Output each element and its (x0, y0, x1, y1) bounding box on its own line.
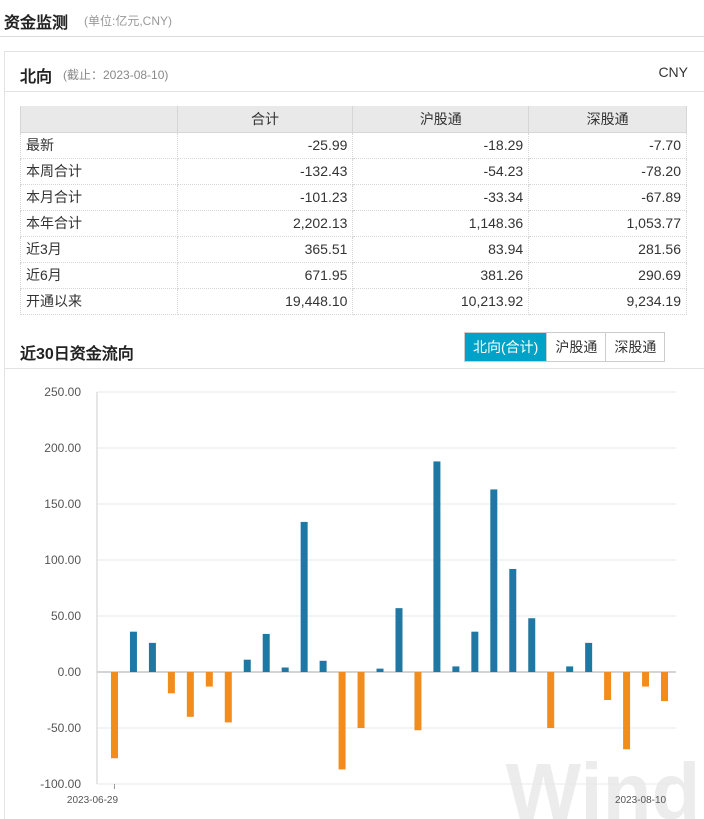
bar[interactable] (661, 672, 669, 702)
table-row: 本周合计 -132.43 -54.23 -78.20 (20, 157, 687, 185)
cell-total-year-total: 2,202.13 (176, 209, 354, 237)
unit-note: (单位:亿元,CNY) (84, 14, 172, 28)
cell-sh-last-6m: 381.26 (352, 261, 530, 289)
flow-bar-chart: Wind 250.00 200.00 150.00 100.00 50.00 0.00 -50… (40, 385, 701, 819)
northbound-panel: 北向 (截止：2023-08-10) CNY 合计 沪股通 深股通 最新 -25.… (4, 51, 704, 819)
row-label-since-launch: 开通以来 (20, 287, 178, 315)
cell-sz-last-3m: 281.56 (528, 235, 687, 263)
cell-sz-year-total: 1,053.77 (528, 209, 687, 237)
row-label-latest: 最新 (20, 131, 178, 159)
row-label-last-6m: 近6月 (20, 261, 178, 289)
cell-sz-week-total: -78.20 (528, 157, 687, 185)
bar[interactable] (623, 672, 631, 750)
row-label-last-3m: 近3月 (20, 235, 178, 263)
flow-chart-area: Wind 250.00 200.00 150.00 100.00 50.00 0.00 -50… (5, 368, 704, 819)
table-row: 开通以来 19,448.10 10,213.92 9,234.19 (20, 287, 687, 315)
table-row: 近6月 671.95 381.26 290.69 (20, 261, 687, 289)
panel-title: 北向 (20, 69, 53, 86)
table-header-row: 合计 沪股通 深股通 (20, 106, 687, 133)
bar[interactable] (433, 461, 441, 672)
bar[interactable] (262, 633, 270, 672)
cell-sz-since-launch: 9,234.19 (528, 287, 687, 315)
cell-total-last-3m: 365.51 (176, 235, 354, 263)
row-label-year-total: 本年合计 (20, 209, 178, 237)
cell-sz-month-total: -67.89 (528, 183, 687, 211)
bar[interactable] (376, 668, 384, 672)
bar[interactable] (357, 672, 365, 728)
bar[interactable] (414, 672, 422, 731)
cell-sz-last-6m: 290.69 (528, 261, 687, 289)
cell-sh-year-total: 1,148.36 (352, 209, 530, 237)
bar[interactable] (604, 672, 612, 700)
tab-shanghai-connect[interactable]: 沪股通 (546, 333, 606, 361)
cell-sh-month-total: -33.34 (352, 183, 530, 211)
y-tick-label: 250.00 (44, 385, 81, 399)
x-tick-label-first: 2023-06-29 (67, 795, 119, 806)
bar[interactable] (319, 660, 327, 672)
cell-total-week-total: -132.43 (176, 157, 354, 185)
top-header: 资金监测 (单位:亿元,CNY) (0, 0, 704, 37)
bar[interactable] (186, 672, 194, 717)
table-row: 最新 -25.99 -18.29 -7.70 (20, 131, 687, 159)
y-tick-label: 100.00 (44, 553, 81, 567)
bar[interactable] (452, 666, 460, 672)
table-header-label (20, 106, 178, 133)
x-tick-label-last: 2023-08-10 (615, 795, 667, 806)
table-row: 近3月 365.51 83.94 281.56 (20, 235, 687, 263)
bar[interactable] (509, 568, 517, 672)
bar[interactable] (471, 631, 479, 672)
bar[interactable] (110, 672, 118, 759)
y-tick-label: -50.00 (47, 721, 81, 735)
row-label-month-total: 本月合计 (20, 183, 178, 211)
bar[interactable] (243, 659, 251, 672)
bar[interactable] (281, 667, 289, 672)
tab-shenzhen-connect[interactable]: 深股通 (605, 333, 665, 361)
bar[interactable] (167, 672, 175, 694)
panel-header: 北向 (截止：2023-08-10) CNY (5, 52, 704, 92)
y-tick-label: 50.00 (51, 609, 81, 623)
cell-total-latest: -25.99 (176, 131, 354, 159)
bar[interactable] (148, 642, 156, 672)
bar[interactable] (338, 672, 346, 770)
bar[interactable] (547, 672, 555, 728)
panel-date: (截止：2023-08-10) (63, 68, 169, 82)
flow-section-title: 近30日资金流向 (20, 346, 134, 363)
cell-sh-last-3m: 83.94 (352, 235, 530, 263)
bar[interactable] (300, 521, 308, 672)
bar[interactable] (528, 618, 536, 672)
bar[interactable] (566, 666, 574, 672)
watermark-logo: Wind (506, 747, 701, 819)
y-tick-label: -100.00 (40, 777, 81, 791)
y-tick-label: 0.00 (58, 665, 82, 679)
bar[interactable] (205, 672, 213, 687)
y-tick-label: 200.00 (44, 441, 81, 455)
table-header-sz: 深股通 (528, 106, 687, 133)
cell-total-last-6m: 671.95 (176, 261, 354, 289)
table-row: 本年合计 2,202.13 1,148.36 1,053.77 (20, 209, 687, 237)
cell-sh-since-launch: 10,213.92 (352, 287, 530, 315)
cell-sh-week-total: -54.23 (352, 157, 530, 185)
bar[interactable] (585, 642, 593, 672)
cell-sh-latest: -18.29 (352, 131, 530, 159)
flow-table: 合计 沪股通 深股通 最新 -25.99 -18.29 -7.70 本周合计 -132.4… (20, 106, 687, 315)
flow-tabs: 北向(合计) 沪股通 深股通 (464, 332, 666, 362)
bar[interactable] (395, 608, 403, 672)
bar[interactable] (642, 672, 650, 687)
cell-total-since-launch: 19,448.10 (176, 287, 354, 315)
row-label-week-total: 本周合计 (20, 157, 178, 185)
bar[interactable] (224, 672, 232, 723)
tab-northbound-total[interactable]: 北向(合计) (465, 333, 547, 361)
cell-total-month-total: -101.23 (176, 183, 354, 211)
currency-label: CNY (658, 64, 688, 80)
table-header-sh: 沪股通 (352, 106, 530, 133)
cell-sz-latest: -7.70 (528, 131, 687, 159)
page-title: 资金监测 (4, 15, 69, 32)
table-row: 本月合计 -101.23 -33.34 -67.89 (20, 183, 687, 211)
bar[interactable] (490, 489, 498, 672)
bar[interactable] (129, 631, 137, 672)
y-tick-label: 150.00 (44, 497, 81, 511)
table-header-total: 合计 (176, 106, 354, 133)
